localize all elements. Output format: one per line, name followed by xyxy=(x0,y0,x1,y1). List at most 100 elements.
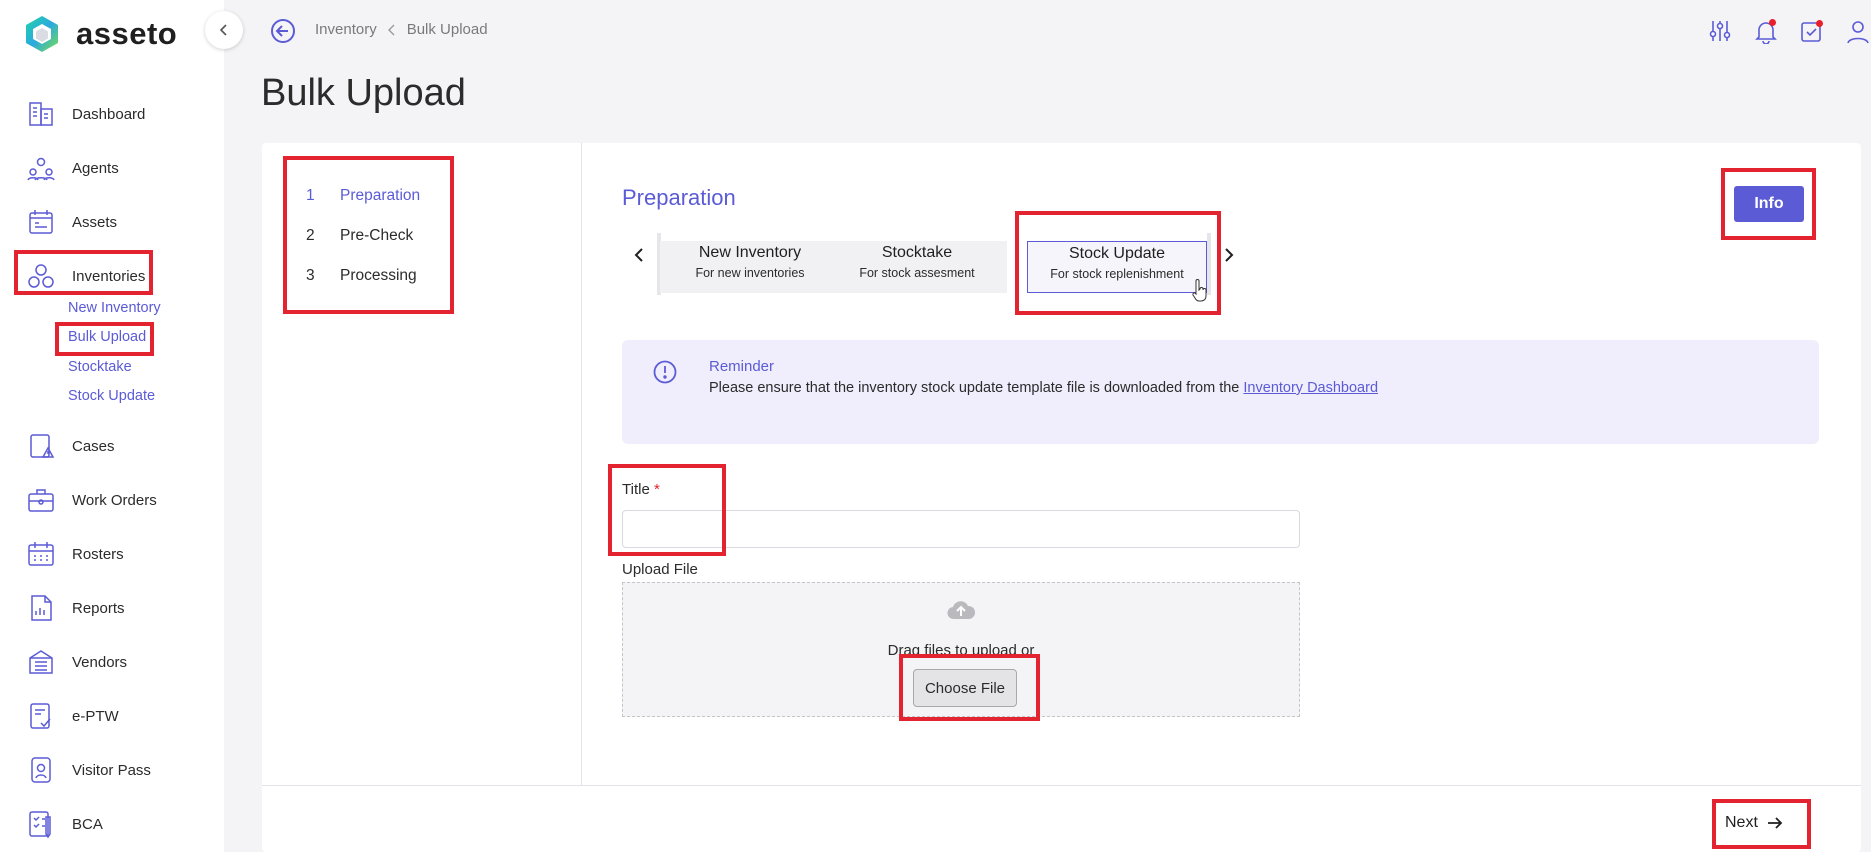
chevron-left-icon xyxy=(219,24,227,36)
sidebar-item-rosters[interactable]: Rosters xyxy=(26,537,124,571)
sidebar-subitem-new-inventory[interactable]: New Inventory xyxy=(68,300,161,316)
tab-stocktake[interactable]: Stocktake For stock assesment xyxy=(827,241,1007,293)
drag-files-text: Drag files to upload or xyxy=(887,642,1035,659)
sidebar-item-label: Dashboard xyxy=(72,105,146,123)
step-pre-check[interactable]: 2 Pre-Check xyxy=(306,227,413,245)
sidebar-item-agents[interactable]: Agents xyxy=(26,151,119,185)
tab-title: New Inventory xyxy=(698,244,802,261)
asseto-logo-icon xyxy=(26,16,58,52)
tab-title: Stock Update xyxy=(1068,245,1166,262)
step-number: 1 xyxy=(306,187,315,204)
title-input[interactable] xyxy=(622,510,1300,548)
sidebar-item-label: Assets xyxy=(72,213,118,231)
sidebar-item-inventories[interactable]: Inventories xyxy=(26,259,145,293)
sidebar-item-label: Cases xyxy=(72,437,115,455)
tab-scroll-edge xyxy=(1207,233,1211,295)
badge-icon xyxy=(31,757,51,783)
tasks-button[interactable] xyxy=(1799,18,1825,44)
logo[interactable]: asseto xyxy=(22,12,177,56)
sidebar-item-reports[interactable]: Reports xyxy=(26,591,125,625)
reminder-text: Please ensure that the inventory stock u… xyxy=(709,380,1378,396)
sidebar-item-label: BCA xyxy=(72,815,103,833)
step-number: 3 xyxy=(306,267,315,284)
back-arrow-icon[interactable] xyxy=(270,18,296,44)
breadcrumb-parent[interactable]: Inventory xyxy=(315,21,377,38)
sidebar-item-label: Visitor Pass xyxy=(72,761,151,779)
step-number: 2 xyxy=(306,227,315,244)
notification-dot xyxy=(1769,19,1776,26)
step-label: Processing xyxy=(340,267,417,284)
breadcrumb-current: Bulk Upload xyxy=(406,21,488,38)
step-preparation[interactable]: 1 Preparation xyxy=(306,187,420,205)
steps-list: 1 Preparation 2 Pre-Check 3 Processing xyxy=(262,143,582,785)
bulk-upload-card: 1 Preparation 2 Pre-Check 3 Processing P… xyxy=(262,143,1861,852)
tab-title: Stocktake xyxy=(881,244,953,261)
arrow-right-icon xyxy=(1767,817,1783,829)
sidebar-item-e-ptw[interactable]: e-PTW xyxy=(26,699,119,733)
next-button[interactable]: Next xyxy=(1725,806,1784,840)
sidebar-item-dashboard[interactable]: Dashboard xyxy=(26,97,145,131)
sidebar-item-label: e-PTW xyxy=(72,707,119,725)
permit-icon xyxy=(30,703,51,729)
inventories-icon xyxy=(28,264,54,288)
chevron-right-icon[interactable] xyxy=(1219,245,1239,265)
tab-subtitle: For stock assesment xyxy=(859,266,975,280)
info-button[interactable]: Info xyxy=(1734,186,1804,222)
sidebar-item-label: Agents xyxy=(72,159,119,177)
sidebar-item-label: Rosters xyxy=(72,545,124,563)
reminder-message: Please ensure that the inventory stock u… xyxy=(709,380,1244,396)
step-processing[interactable]: 3 Processing xyxy=(306,267,417,285)
top-icons xyxy=(1707,18,1871,45)
reminder-title: Reminder xyxy=(709,358,775,375)
cloud-upload-icon xyxy=(947,601,976,620)
sidebar-item-label: Vendors xyxy=(72,653,128,671)
next-label: Next xyxy=(1725,814,1758,831)
app-name: asseto xyxy=(76,16,178,51)
title-label: Title * xyxy=(622,481,660,498)
sliders-icon xyxy=(1709,21,1731,41)
agents-icon xyxy=(27,157,55,181)
cases-icon xyxy=(30,434,55,458)
tab-subtitle: For new inventories xyxy=(695,266,805,280)
sidebar-item-assets[interactable]: Assets xyxy=(26,205,117,239)
choose-file-button[interactable]: Choose File xyxy=(913,669,1017,707)
alert-circle-icon xyxy=(653,360,677,384)
sidebar-subitem-stock-update[interactable]: Stock Update xyxy=(68,388,155,404)
sidebar-subitem-bulk-upload[interactable]: Bulk Upload xyxy=(68,329,146,345)
report-icon xyxy=(31,595,52,621)
file-dropzone[interactable]: Drag files to upload or Choose File xyxy=(622,582,1300,717)
footer-divider xyxy=(262,785,1861,786)
step-label: Preparation xyxy=(340,187,421,204)
notifications-button[interactable] xyxy=(1753,18,1779,45)
title-label-text: Title xyxy=(622,481,650,498)
vendor-icon xyxy=(29,650,53,674)
upload-file-label: Upload File xyxy=(622,561,698,578)
sidebar-item-label: Inventories xyxy=(72,267,146,285)
sidebar-item-bca[interactable]: BCA xyxy=(26,807,103,841)
chevron-left-icon[interactable] xyxy=(629,245,649,265)
assets-icon xyxy=(29,210,53,234)
top-bar: Inventory Bulk Upload xyxy=(224,0,1871,60)
tab-stock-update[interactable]: Stock Update For stock replenishment xyxy=(1027,241,1207,293)
section-title: Preparation xyxy=(622,185,736,210)
tab-new-inventory[interactable]: New Inventory For new inventories xyxy=(660,241,840,293)
step-label: Pre-Check xyxy=(340,227,414,244)
sidebar-item-label: Reports xyxy=(72,599,125,617)
checklist-icon xyxy=(29,811,51,839)
profile-button[interactable] xyxy=(1845,18,1871,44)
sidebar-item-visitor-pass[interactable]: Visitor Pass xyxy=(26,753,151,787)
tab-subtitle: For stock replenishment xyxy=(1050,267,1184,281)
chevron-left-icon xyxy=(387,24,395,35)
collapse-sidebar-button[interactable] xyxy=(205,11,243,49)
inventory-dashboard-link[interactable]: Inventory Dashboard xyxy=(1243,380,1378,396)
sidebar-item-vendors[interactable]: Vendors xyxy=(26,645,127,679)
sidebar-item-cases[interactable]: Cases xyxy=(26,429,115,463)
sidebar-item-label: Work Orders xyxy=(72,491,157,509)
filter-settings-button[interactable] xyxy=(1707,18,1733,44)
page-title: Bulk Upload xyxy=(261,72,466,114)
breadcrumb: Inventory Bulk Upload xyxy=(315,21,488,38)
task-dot xyxy=(1816,20,1823,27)
briefcase-icon xyxy=(28,489,54,512)
sidebar-item-work-orders[interactable]: Work Orders xyxy=(26,483,157,517)
sidebar-subitem-stocktake[interactable]: Stocktake xyxy=(68,359,132,375)
